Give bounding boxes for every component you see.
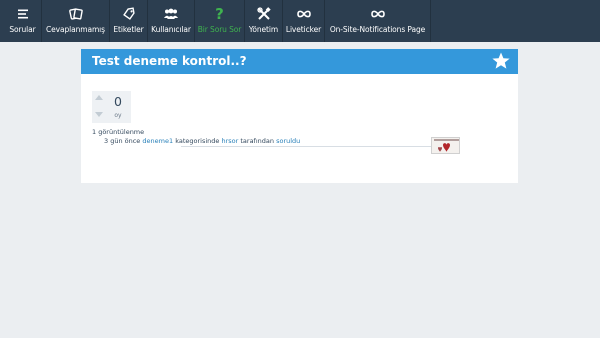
vote-count: 0 — [114, 94, 122, 109]
nav-item-label: Etiketler — [113, 25, 144, 34]
nav-item-label: On-Site-Notifications Page — [329, 25, 426, 34]
upvote-arrow-icon[interactable] — [95, 95, 103, 100]
meta-time: 3 gün önce — [104, 137, 141, 145]
nav-item-users[interactable]: Kullanıcılar — [148, 0, 195, 42]
nav-item-label: Sorular — [9, 25, 36, 34]
meta-category-suffix: kategorisinde — [175, 137, 220, 145]
nav-item-label: Liveticker — [285, 25, 322, 34]
nav-item-liveticker[interactable]: Liveticker — [283, 0, 325, 42]
favorite-star-icon[interactable] — [491, 51, 511, 71]
question-title[interactable]: Test deneme kontrol..? — [92, 54, 247, 68]
infinity-icon — [296, 3, 312, 24]
infinity-icon — [370, 3, 386, 24]
nav-item-ask-question[interactable]: ? Bir Soru Sor — [195, 0, 245, 42]
nav-item-label: Yönetim — [248, 25, 279, 34]
vote-label: oy — [114, 112, 122, 119]
category-link[interactable]: deneme1 — [142, 137, 173, 145]
meta-divider — [181, 146, 431, 147]
top-navigation-bar: Sorular Cevaplanmamış Etiketler Kullanıc… — [0, 0, 600, 42]
nav-item-unanswered[interactable]: Cevaplanmamış — [42, 0, 110, 42]
view-count: 1 görüntülenme — [92, 128, 145, 136]
vote-box: 0 oy — [92, 91, 131, 123]
user-link[interactable]: hrsor — [221, 137, 238, 145]
downvote-arrow-icon[interactable] — [95, 112, 103, 117]
unanswered-cards-icon — [68, 3, 83, 24]
main-nav: Sorular Cevaplanmamış Etiketler Kullanıc… — [4, 0, 431, 42]
nav-item-questions[interactable]: Sorular — [4, 0, 42, 42]
nav-item-admin[interactable]: Yönetim — [245, 0, 283, 42]
action-link[interactable]: soruldu — [276, 137, 300, 145]
users-icon — [163, 3, 179, 24]
nav-item-label: Kullanıcılar — [151, 25, 191, 34]
nav-item-label: Cevaplanmamış — [46, 25, 105, 34]
nav-item-label: Bir Soru Sor — [197, 25, 242, 34]
avatar[interactable] — [431, 137, 460, 154]
question-title-bar: Test deneme kontrol..? — [81, 49, 518, 74]
tools-icon — [256, 3, 271, 24]
nav-item-tags[interactable]: Etiketler — [110, 0, 148, 42]
question-panel: Test deneme kontrol..? 0 oy 1 görüntülen… — [81, 49, 518, 183]
list-icon — [17, 3, 29, 24]
question-meta: 3 gün önce deneme1 kategorisinde hrsor t… — [104, 137, 300, 145]
tag-icon — [122, 3, 136, 24]
meta-by-text: tarafından — [240, 137, 275, 145]
nav-item-onsite-notifications[interactable]: On-Site-Notifications Page — [325, 0, 431, 42]
question-mark-icon: ? — [215, 4, 224, 23]
